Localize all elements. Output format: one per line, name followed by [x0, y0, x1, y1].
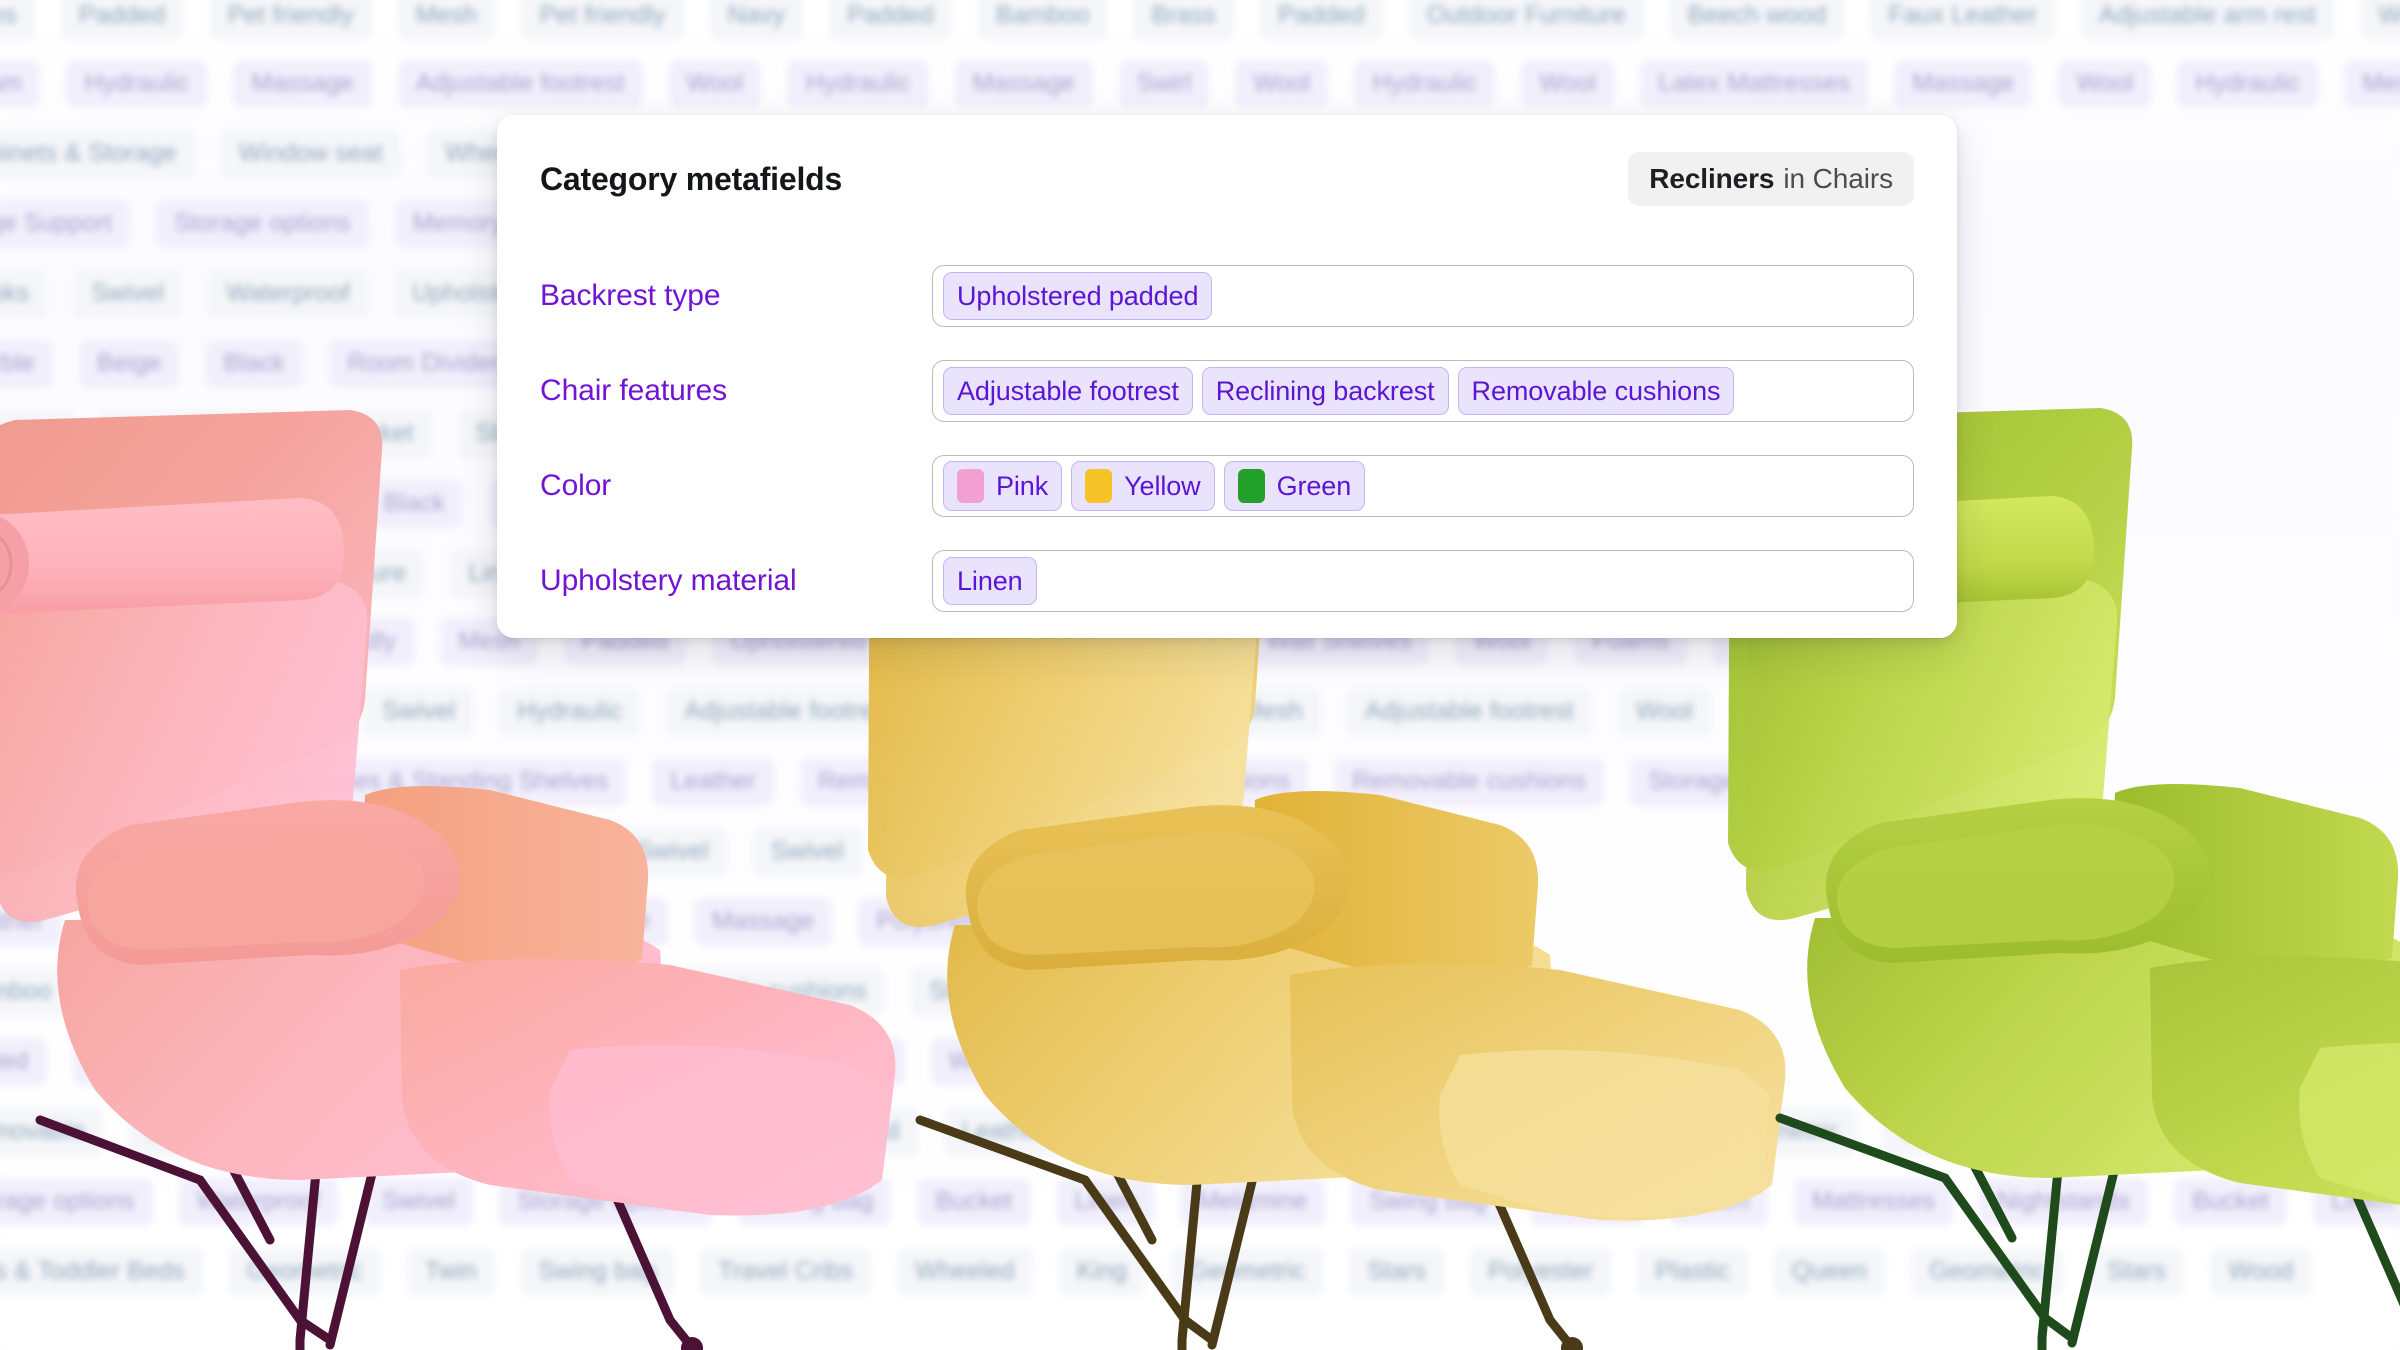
card-header: Category metafields Recliners in Chairs — [540, 152, 1914, 206]
metafield-value-input[interactable]: Upholstered padded — [932, 265, 1914, 327]
metafield-row: Color Pink Yellow Green — [497, 455, 1957, 517]
metafield-value-chip[interactable]: Pink — [943, 461, 1063, 511]
metafield-label: Chair features — [540, 374, 728, 407]
metafield-label: Upholstery material — [540, 564, 797, 597]
metafield-value-chip[interactable]: Upholstered padded — [943, 271, 1213, 321]
metafield-value-chip[interactable]: Reclining backrest — [1201, 366, 1449, 416]
metafield-value-chip[interactable]: Linen — [943, 556, 1037, 606]
scope-badge[interactable]: Recliners in Chairs — [1628, 152, 1914, 206]
metafield-row: Backrest type Upholstered padded — [497, 265, 1957, 327]
metafield-value-input[interactable]: Adjustable footrest Reclining backrest Rem… — [932, 360, 1914, 422]
scope-badge-category: Recliners — [1649, 163, 1775, 194]
chip-label: Reclining backrest — [1215, 375, 1435, 406]
metafield-value-chip[interactable]: Removable cushions — [1457, 366, 1735, 416]
metafield-value-input[interactable]: Pink Yellow Green — [932, 455, 1914, 517]
chip-label: Upholstered padded — [957, 280, 1199, 311]
metafield-label: Backrest type — [540, 279, 721, 312]
metafield-value-chip[interactable]: Yellow — [1071, 461, 1215, 511]
category-metafields-card: Category metafields Recliners in Chairs … — [497, 115, 1957, 638]
chip-label: Pink — [996, 470, 1049, 501]
screenshot-stage: ArmsPaddedPet friendlyMeshPet friendlyNa… — [0, 0, 2400, 1350]
color-swatch-icon — [957, 469, 984, 503]
chip-label: Green — [1276, 470, 1352, 501]
metafield-row: Chair features Adjustable footrest Reclini… — [497, 360, 1957, 422]
page-title: Category metafields — [540, 160, 843, 197]
metafield-value-input[interactable]: Linen — [932, 550, 1914, 612]
metafield-label: Color — [540, 469, 612, 502]
color-swatch-icon — [1085, 469, 1113, 503]
metafields-list: Backrest type Upholstered padded Chair fea… — [497, 265, 1957, 645]
chip-label: Yellow — [1124, 470, 1201, 501]
scope-badge-parent: in Chairs — [1783, 163, 1893, 194]
chip-label: Removable cushions — [1471, 375, 1721, 406]
chip-label: Adjustable footrest — [957, 375, 1179, 406]
color-swatch-icon — [1237, 469, 1265, 503]
metafield-value-chip[interactable]: Adjustable footrest — [943, 366, 1193, 416]
metafield-value-chip[interactable]: Green — [1223, 461, 1366, 511]
metafield-row: Upholstery material Linen — [497, 550, 1957, 612]
chip-label: Linen — [957, 565, 1023, 596]
